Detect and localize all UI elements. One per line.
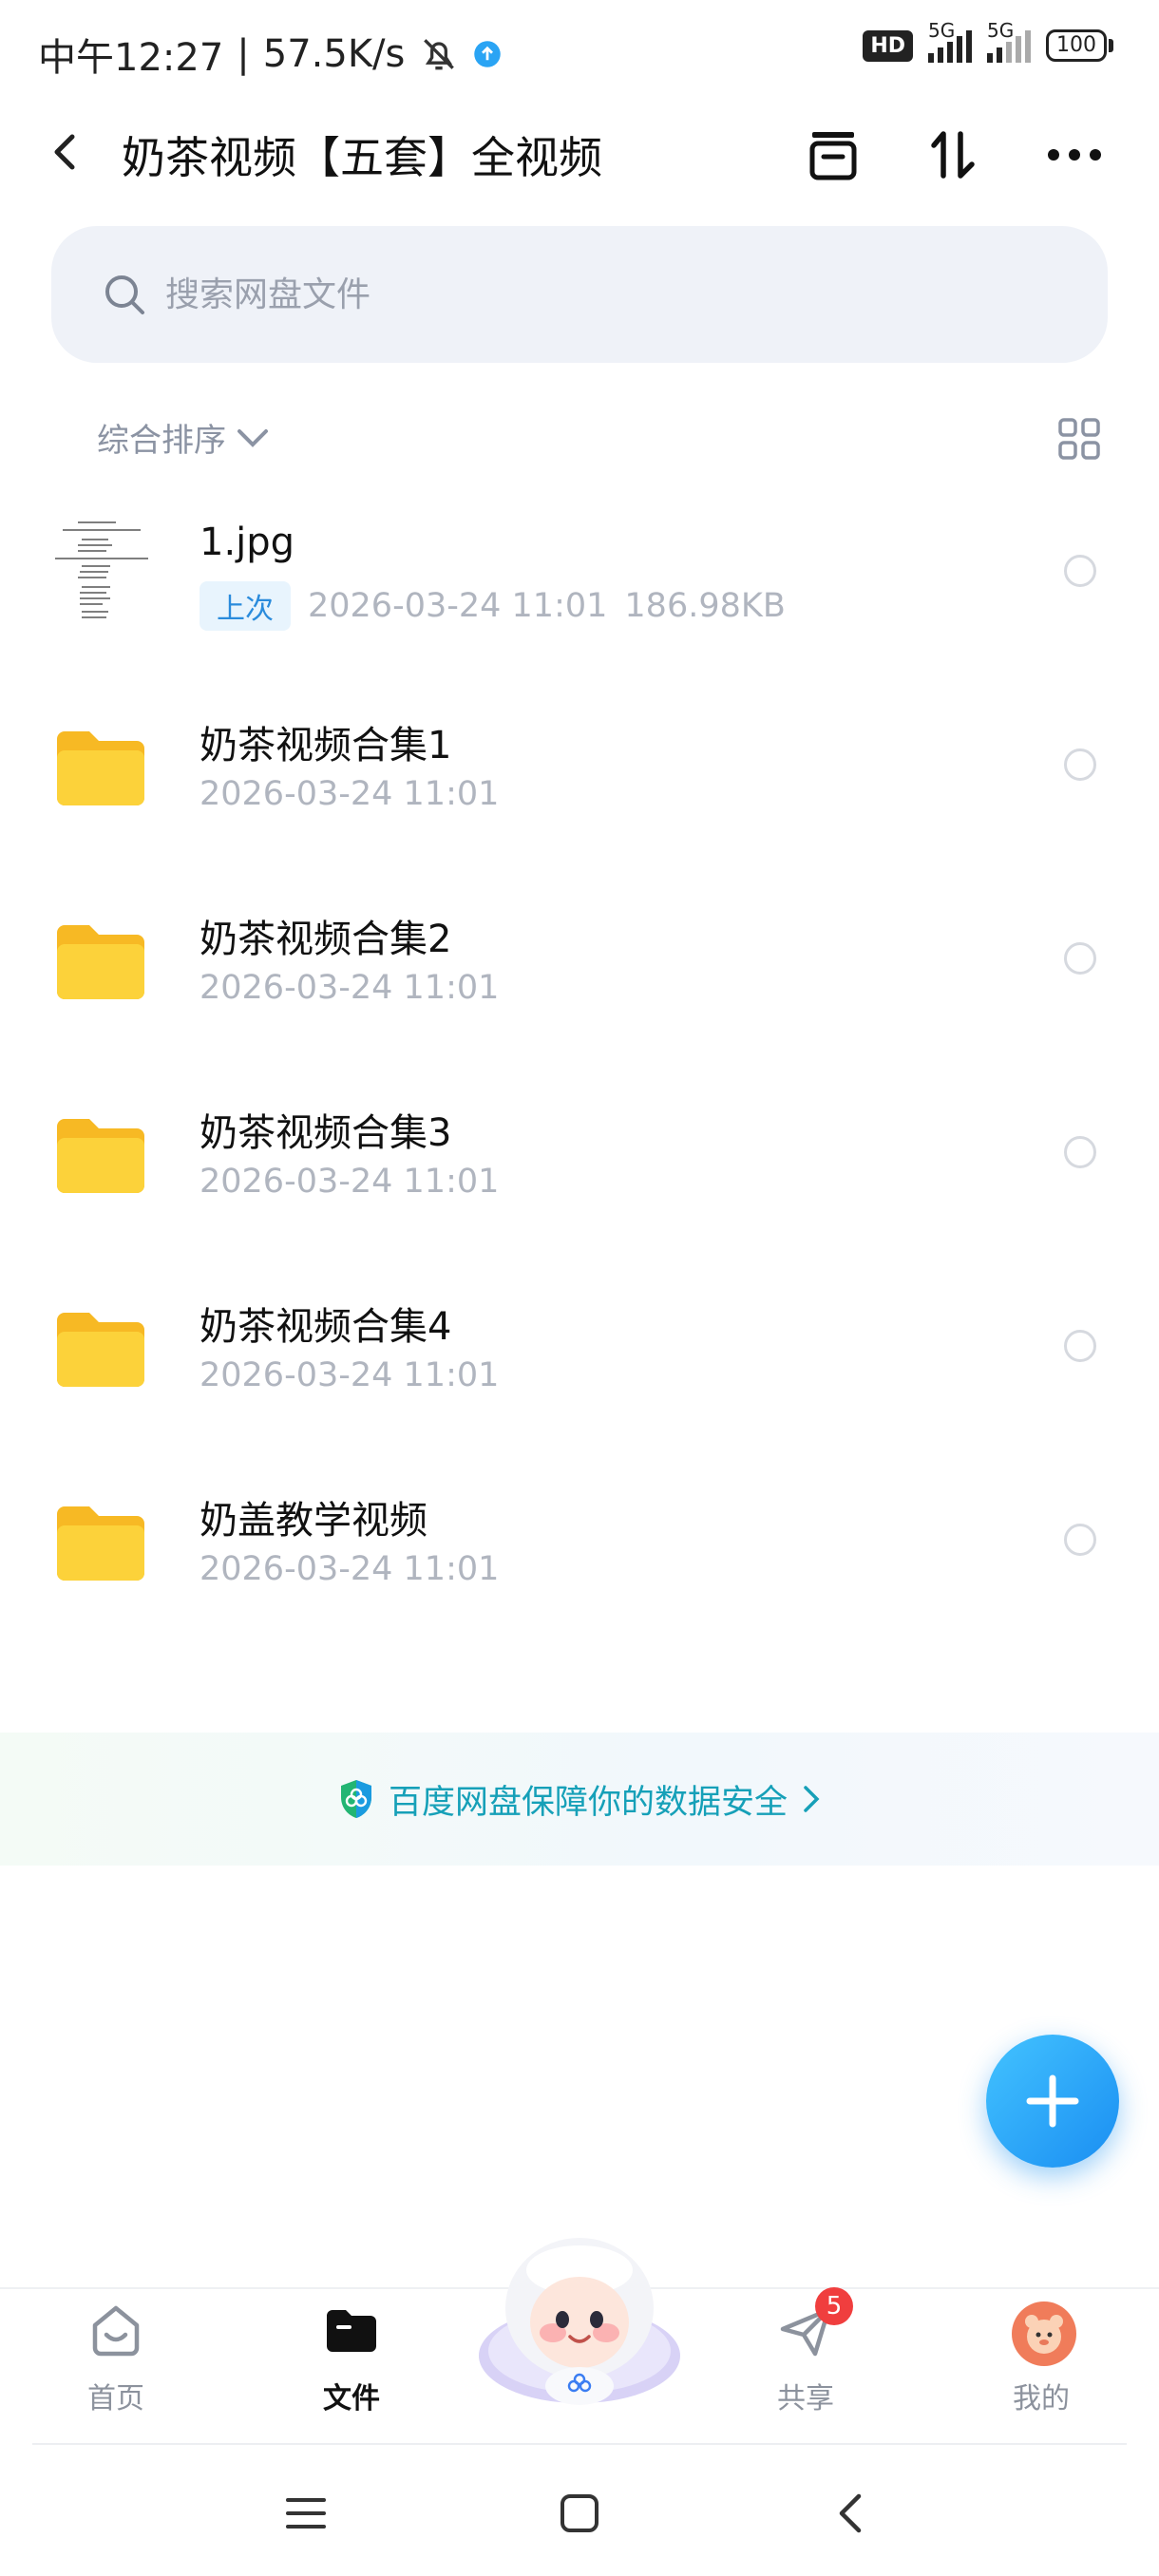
more-icon: [1048, 149, 1101, 161]
nav-item-profile[interactable]: 我的: [965, 2301, 1117, 2416]
file-list: 1.jpg 上次 2026-03-24 11:01 186.98KB 奶茶视频合…: [0, 479, 1159, 1641]
recents-button[interactable]: [277, 2485, 334, 2542]
plus-icon: [1026, 2074, 1079, 2128]
hd-badge: HD: [863, 29, 913, 62]
signal-icon-2: 5G: [987, 19, 1031, 63]
search-bar[interactable]: [51, 226, 1108, 363]
chevron-right-icon: [804, 1786, 820, 1812]
mascot-assistant-button[interactable]: [475, 2232, 684, 2413]
file-date: 2026-03-24 11:01: [200, 1356, 500, 1394]
select-checkbox[interactable]: [1064, 555, 1096, 587]
file-date: 2026-03-24 11:01: [200, 775, 500, 813]
file-name: 奶盖教学视频: [200, 1499, 428, 1543]
file-date: 2026-03-24 11:01: [200, 969, 500, 1007]
nav-label: 首页: [87, 2382, 144, 2415]
file-date: 2026-03-24 11:01: [200, 1550, 500, 1588]
more-button[interactable]: [1041, 122, 1108, 188]
file-date: 2026-03-24 11:01: [200, 1163, 500, 1201]
nav-item-files[interactable]: 文件: [276, 2301, 428, 2416]
battery-icon: 100: [1046, 29, 1113, 62]
notification-badge: 5: [815, 2287, 853, 2325]
shield-icon: [340, 1780, 371, 1818]
status-right: HD 5G 5G 100: [863, 19, 1113, 63]
signal-icon-1: 5G: [928, 19, 972, 63]
header: 奶茶视频【五套】全视频: [0, 104, 1159, 199]
back-icon: [54, 134, 75, 170]
select-checkbox[interactable]: [1064, 1524, 1096, 1556]
security-banner[interactable]: 百度网盘保障你的数据安全: [0, 1733, 1159, 1866]
folder-icon: [57, 731, 144, 805]
file-meta: 2026-03-24 11:01: [200, 1163, 499, 1201]
bell-off-icon: [424, 39, 455, 70]
folder-icon: [57, 1313, 144, 1387]
file-name: 奶茶视频合集3: [200, 1111, 452, 1155]
status-bar: 中午12:27 | 57.5K/s HD 5G 5G 100: [0, 0, 1159, 104]
menu-icon: [286, 2498, 326, 2529]
sort-label: 综合排序: [97, 422, 226, 460]
file-date: 2026-03-24 11:01: [308, 587, 608, 625]
archive-icon: [809, 132, 857, 180]
home-icon: [92, 2305, 140, 2357]
file-name: 1.jpg: [200, 521, 295, 564]
nav-label: 我的: [1013, 2382, 1070, 2415]
add-button[interactable]: [986, 2035, 1119, 2168]
select-checkbox[interactable]: [1064, 748, 1096, 781]
back-button[interactable]: [38, 123, 95, 180]
file-name: 奶茶视频合集4: [200, 1305, 452, 1349]
file-meta: 2026-03-24 11:01: [200, 1550, 499, 1588]
nav-label: 共享: [777, 2382, 834, 2415]
image-thumbnail: [49, 517, 154, 631]
select-checkbox[interactable]: [1064, 942, 1096, 975]
page-title: 奶茶视频【五套】全视频: [122, 132, 602, 183]
folder-icon: [327, 2310, 376, 2352]
file-meta: 上次 2026-03-24 11:01 186.98KB: [200, 581, 786, 631]
status-divider: |: [237, 32, 250, 76]
sort-icon: [931, 131, 975, 179]
square-icon: [560, 2494, 598, 2532]
grid-icon: [1058, 418, 1100, 460]
avatar: [1012, 2301, 1076, 2366]
grid-view-button[interactable]: [1056, 416, 1102, 462]
nav-item-share[interactable]: 5 共享: [730, 2287, 882, 2416]
back-icon: [839, 2493, 862, 2533]
list-item[interactable]: 奶茶视频合集2 2026-03-24 11:01: [0, 866, 1159, 1060]
file-name: 奶茶视频合集2: [200, 918, 452, 961]
system-back-button[interactable]: [823, 2485, 880, 2542]
select-checkbox[interactable]: [1064, 1330, 1096, 1362]
recent-badge: 上次: [200, 581, 291, 631]
folder-icon: [57, 925, 144, 999]
chevron-down-icon: [238, 428, 268, 447]
status-left: 中午12:27 | 57.5K/s: [38, 27, 502, 82]
list-item[interactable]: 奶茶视频合集3 2026-03-24 11:01: [0, 1060, 1159, 1254]
security-text: 百度网盘保障你的数据安全: [388, 1783, 788, 1822]
folder-icon: [57, 1506, 144, 1581]
status-speed: 57.5K/s: [262, 32, 406, 76]
file-meta: 2026-03-24 11:01: [200, 1356, 499, 1394]
list-item[interactable]: 奶茶视频合集4 2026-03-24 11:01: [0, 1254, 1159, 1448]
file-size: 186.98KB: [624, 587, 786, 625]
system-nav-bar: [0, 2443, 1159, 2576]
search-icon: [105, 275, 144, 314]
nav-label: 文件: [323, 2382, 380, 2415]
status-time: 中午12:27: [38, 36, 224, 80]
list-item[interactable]: 1.jpg 上次 2026-03-24 11:01 186.98KB: [0, 479, 1159, 672]
nav-item-home[interactable]: 首页: [40, 2301, 192, 2416]
sort-button[interactable]: [920, 122, 986, 188]
file-meta: 2026-03-24 11:01: [200, 969, 499, 1007]
archive-button[interactable]: [800, 122, 866, 188]
file-meta: 2026-03-24 11:01: [200, 775, 499, 813]
list-item[interactable]: 奶茶视频合集1 2026-03-24 11:01: [0, 672, 1159, 866]
home-button[interactable]: [551, 2485, 608, 2542]
search-input[interactable]: [165, 275, 925, 314]
folder-icon: [57, 1119, 144, 1193]
file-name: 奶茶视频合集1: [200, 724, 452, 767]
list-item[interactable]: 奶盖教学视频 2026-03-24 11:01: [0, 1448, 1159, 1641]
select-checkbox[interactable]: [1064, 1136, 1096, 1168]
upload-badge-icon: [474, 41, 502, 67]
sort-dropdown[interactable]: 综合排序: [97, 414, 272, 461]
